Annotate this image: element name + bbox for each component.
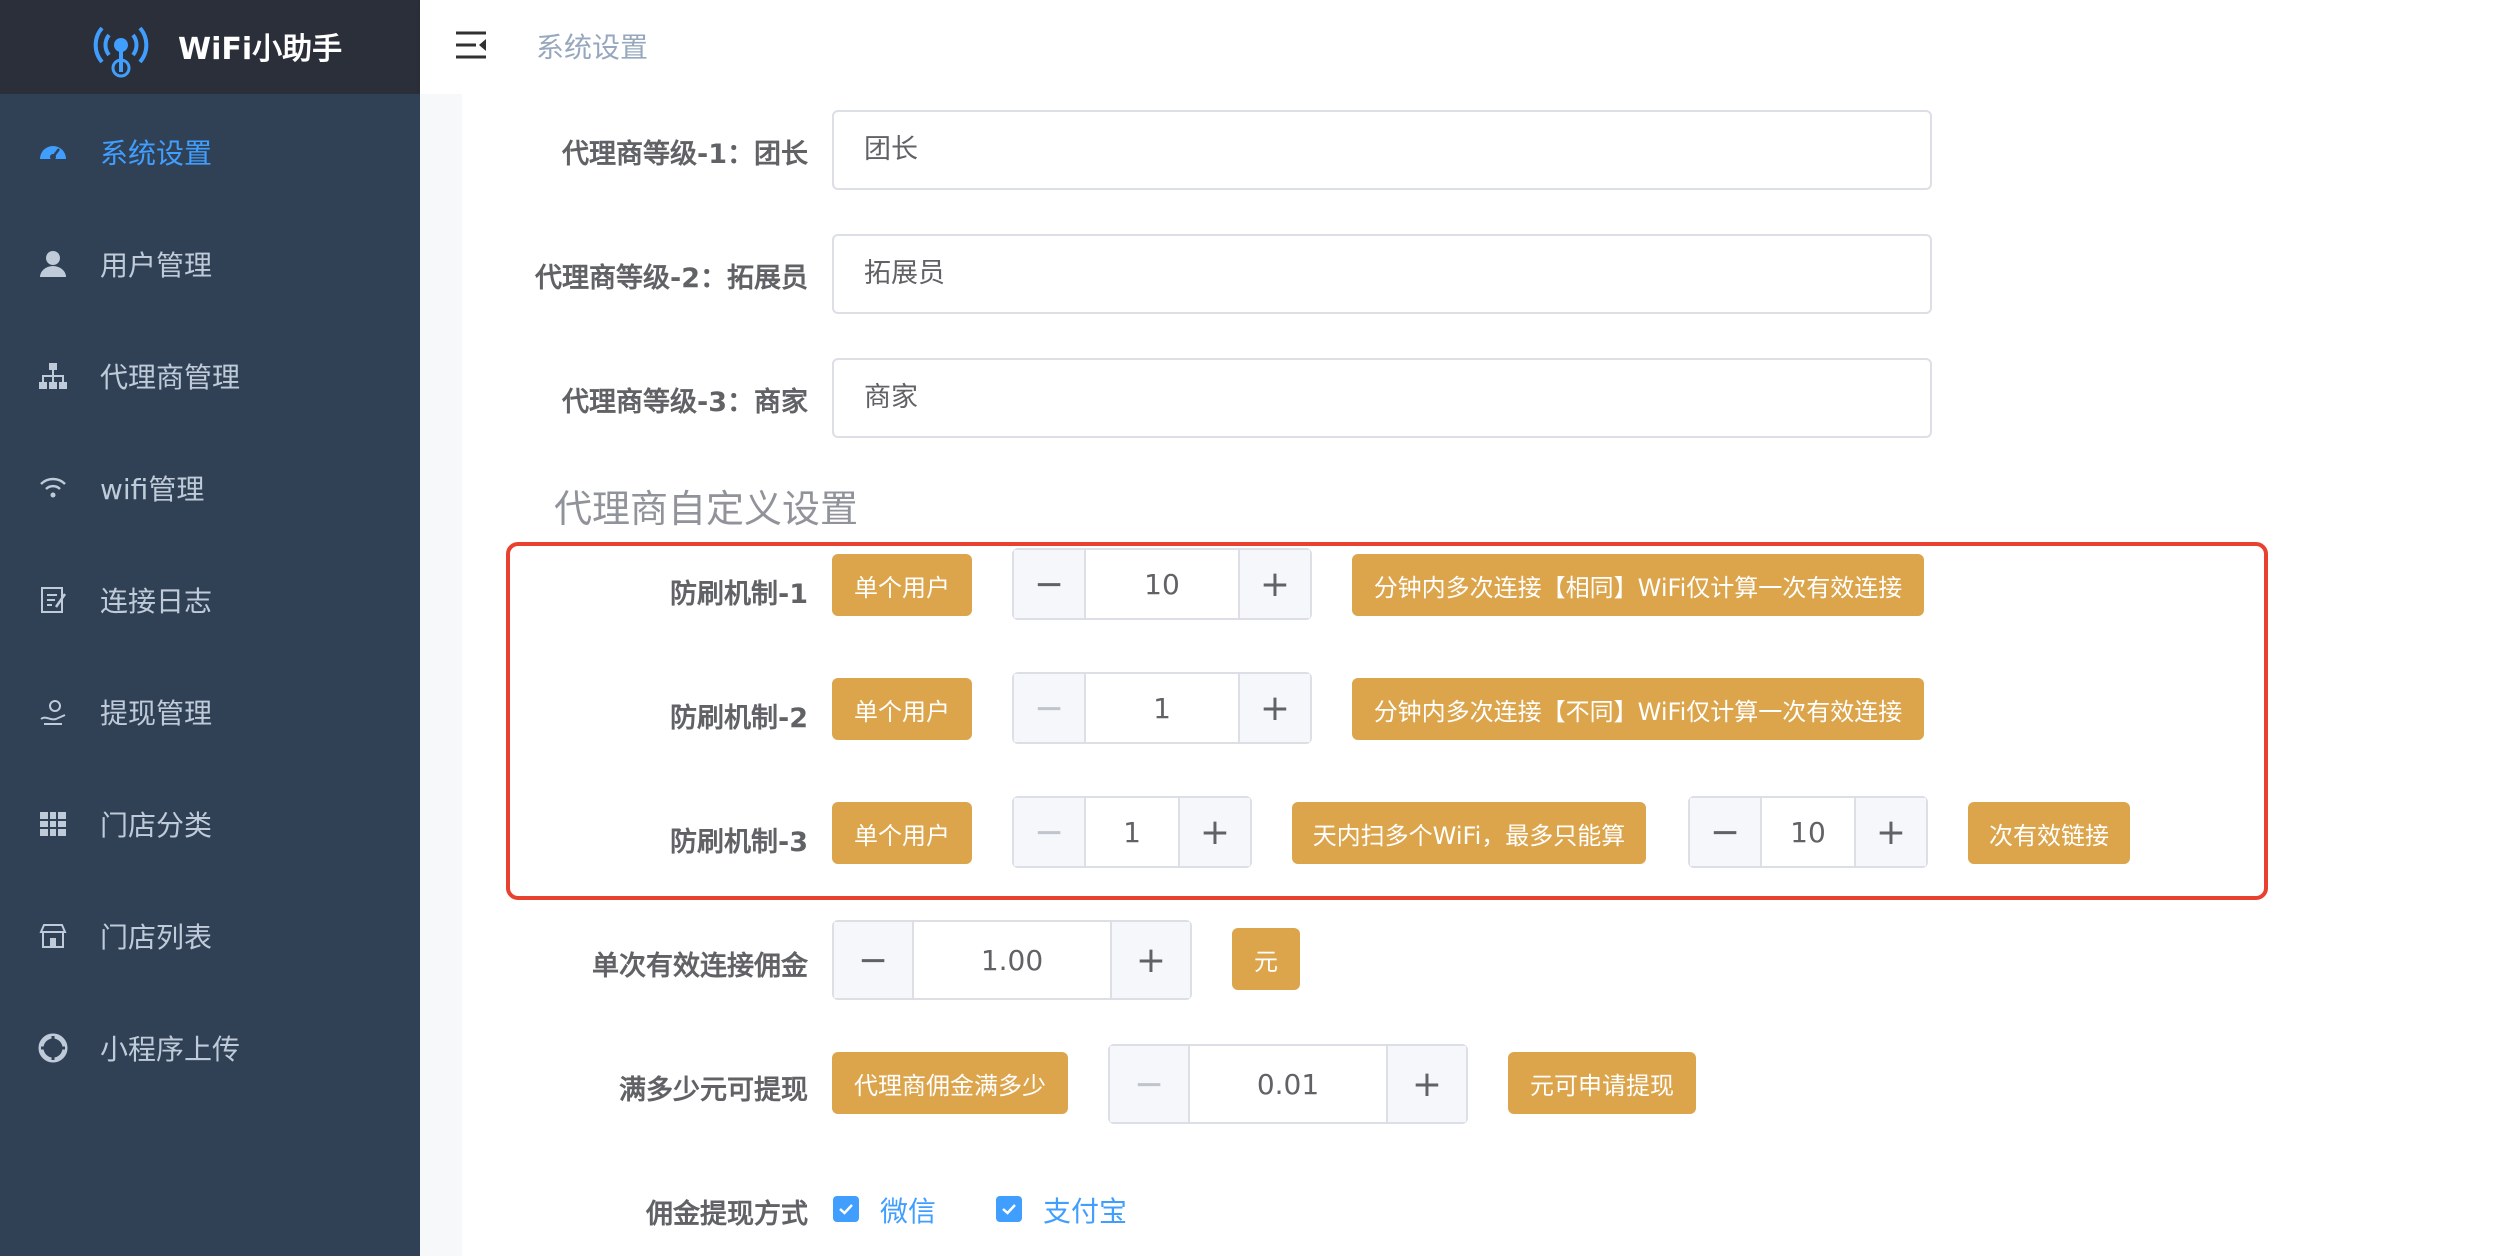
agent-level-3-input[interactable]: 商家 [832, 358, 1932, 438]
withdraw-min-suffix-tag: 元可申请提现 [1508, 1052, 1696, 1114]
increment-button[interactable]: + [1238, 550, 1310, 618]
decrement-button[interactable]: − [1110, 1046, 1190, 1122]
anti-fraud-3-suffix-tag: 次有效链接 [1968, 802, 2130, 864]
anti-fraud-1-desc-tag: 分钟内多次连接【相同】WiFi仅计算一次有效连接 [1352, 554, 1924, 616]
anti-fraud-1-stepper[interactable]: − 10 + [1012, 548, 1312, 620]
sidebar-item-label: 门店列表 [100, 921, 213, 954]
breadcrumb[interactable]: 系统设置 [536, 26, 648, 66]
stepper-value[interactable]: 10 [1086, 550, 1238, 618]
anti-fraud-3-stepper[interactable]: − 1 + [1012, 796, 1252, 868]
withdraw-min-prefix-tag: 代理商佣金满多少 [832, 1052, 1068, 1114]
wechat-checkbox-label[interactable]: 微信 [880, 1190, 936, 1230]
sidebar-item-withdraw-management[interactable]: 提现管理 [0, 656, 420, 768]
sidebar-item-miniprogram-upload[interactable]: 小程序上传 [0, 992, 420, 1104]
anti-fraud-1-label: 防刷机制-1 [670, 579, 808, 610]
sidebar-item-wifi-management[interactable]: wifi管理 [0, 432, 420, 544]
alipay-checkbox-label[interactable]: 支付宝 [1043, 1190, 1127, 1230]
sidebar-item-label: 用户管理 [100, 249, 213, 282]
anti-fraud-3-label: 防刷机制-3 [670, 827, 808, 858]
decrement-button[interactable]: − [1014, 798, 1086, 866]
commission-stepper[interactable]: − 1.00 + [832, 920, 1192, 1000]
sidebar: WiFi小助手 系统设置 用户管理 代理商管理 wifi管理 连接日志 提现管理… [0, 0, 420, 1256]
sidebar-item-system-settings[interactable]: 系统设置 [0, 96, 420, 208]
increment-button[interactable]: + [1110, 922, 1190, 998]
anti-fraud-3-max-stepper[interactable]: − 10 + [1688, 796, 1928, 868]
sidebar-item-label: 连接日志 [100, 585, 213, 618]
anti-fraud-2-label: 防刷机制-2 [670, 703, 808, 734]
commission-unit-tag: 元 [1232, 928, 1300, 990]
sidebar-item-user-management[interactable]: 用户管理 [0, 208, 420, 320]
sidebar-item-label: 系统设置 [100, 137, 213, 170]
decrement-button[interactable]: − [1014, 550, 1086, 618]
decrement-button[interactable]: − [1690, 798, 1762, 866]
sidebar-item-connection-log[interactable]: 连接日志 [0, 544, 420, 656]
withdraw-min-label: 满多少元可提现 [619, 1075, 808, 1106]
alipay-checkbox[interactable] [996, 1196, 1022, 1222]
sidebar-item-label: 门店分类 [100, 809, 213, 842]
header: 系统设置 [420, 0, 2500, 94]
increment-button[interactable]: + [1178, 798, 1250, 866]
withdraw-icon [36, 695, 70, 729]
wifi-icon [36, 471, 70, 505]
sidebar-item-label: wifi管理 [100, 473, 205, 506]
check-icon [1002, 1204, 1016, 1215]
logo-bar: WiFi小助手 [0, 0, 420, 94]
increment-button[interactable]: + [1386, 1046, 1466, 1122]
agent-level-2-input[interactable]: 拓展员 [832, 234, 1932, 314]
stepper-value[interactable]: 10 [1762, 798, 1854, 866]
stepper-value[interactable]: 1 [1086, 798, 1178, 866]
anti-fraud-3-desc-tag: 天内扫多个WiFi，最多只能算 [1292, 802, 1646, 864]
wechat-checkbox[interactable] [833, 1196, 859, 1222]
user-icon [36, 247, 70, 281]
shop-icon [36, 919, 70, 953]
withdraw-methods-label: 佣金提现方式 [646, 1199, 808, 1230]
anti-fraud-1-scope-tag: 单个用户 [832, 554, 972, 616]
dashboard-icon [36, 135, 70, 169]
sidebar-item-label: 小程序上传 [100, 1033, 241, 1066]
upload-icon [36, 1031, 70, 1065]
increment-button[interactable]: + [1854, 798, 1926, 866]
agent-level-2-label: 代理商等级-2：拓展员 [535, 263, 808, 294]
check-icon [839, 1204, 853, 1215]
commission-label: 单次有效连接佣金 [592, 951, 808, 982]
agent-level-1-label: 代理商等级-1：团长 [562, 139, 808, 170]
anti-fraud-2-stepper[interactable]: − 1 + [1012, 672, 1312, 744]
stepper-value[interactable]: 0.01 [1190, 1046, 1386, 1122]
tree-icon [36, 359, 70, 393]
agent-level-3-label: 代理商等级-3：商家 [562, 387, 808, 418]
section-title-custom-settings: 代理商自定义设置 [554, 487, 859, 531]
app-title: WiFi小助手 [178, 32, 343, 67]
log-icon [36, 583, 70, 617]
grid-icon [36, 807, 70, 841]
sidebar-item-agent-management[interactable]: 代理商管理 [0, 320, 420, 432]
wifi-logo-icon [93, 26, 149, 78]
sidebar-item-label: 提现管理 [100, 697, 213, 730]
decrement-button[interactable]: − [834, 922, 914, 998]
agent-level-1-input[interactable]: 团长 [832, 110, 1932, 190]
sidebar-item-store-category[interactable]: 门店分类 [0, 768, 420, 880]
stepper-value[interactable]: 1.00 [914, 922, 1110, 998]
sidebar-item-store-list[interactable]: 门店列表 [0, 880, 420, 992]
anti-fraud-2-desc-tag: 分钟内多次连接【不同】WiFi仅计算一次有效连接 [1352, 678, 1924, 740]
increment-button[interactable]: + [1238, 674, 1310, 742]
menu-toggle-icon[interactable] [454, 28, 488, 62]
sidebar-item-label: 代理商管理 [100, 361, 241, 394]
decrement-button[interactable]: − [1014, 674, 1086, 742]
anti-fraud-3-scope-tag: 单个用户 [832, 802, 972, 864]
withdraw-min-stepper[interactable]: − 0.01 + [1108, 1044, 1468, 1124]
anti-fraud-2-scope-tag: 单个用户 [832, 678, 972, 740]
stepper-value[interactable]: 1 [1086, 674, 1238, 742]
